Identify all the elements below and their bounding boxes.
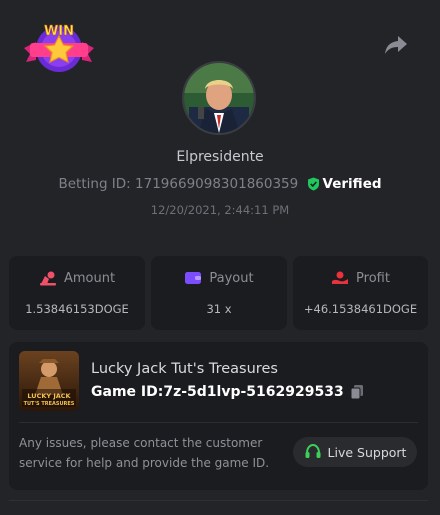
avatar	[182, 61, 256, 135]
betting-id-value: 1719669098301860359	[135, 176, 299, 192]
timestamp: 12/20/2021, 2:44:11 PM	[150, 203, 290, 217]
game-id-label: Game ID:	[91, 384, 164, 400]
win-badge-icon: WIN	[22, 16, 96, 76]
amount-label: Amount	[63, 270, 116, 286]
live-support-label: Live Support	[327, 444, 407, 460]
payout-value: 31 x	[206, 302, 232, 316]
betting-id-row: Betting ID: 1719669098301860359 Verified	[0, 176, 440, 192]
profit-label: Profit	[356, 270, 390, 286]
copy-icon[interactable]	[350, 384, 364, 400]
svg-text:TUT'S TREASURES: TUT'S TREASURES	[24, 401, 75, 407]
help-text: Any issues, please contact the customer …	[19, 436, 270, 470]
username: Elpresidente	[176, 149, 264, 165]
profit-card: Profit +46.1538461DOGE	[293, 256, 428, 330]
amount-card: Amount 1.53846153DOGE	[9, 256, 145, 330]
shield-check-icon	[307, 177, 320, 191]
game-id-value: 7z-5d1lvp-5162929533	[163, 384, 344, 400]
payout-label: Payout	[209, 270, 254, 286]
betting-id-label: Betting ID:	[58, 176, 131, 192]
divider	[19, 422, 418, 423]
verified-label: Verified	[322, 176, 382, 192]
amount-value: 1.53846153DOGE	[25, 302, 129, 316]
profit-value: +46.1538461DOGE	[303, 302, 418, 316]
payout-card: Payout 31 x	[151, 256, 287, 330]
game-id-row: Game ID:7z-5d1lvp-5162929533	[91, 384, 364, 400]
profit-icon	[331, 270, 349, 286]
game-thumbnail[interactable]: LUCKY JACK TUT'S TREASURES	[19, 351, 79, 411]
headset-icon	[304, 443, 322, 461]
amount-icon	[39, 270, 57, 286]
svg-text:WIN: WIN	[44, 24, 74, 39]
verified-badge: Verified	[307, 176, 382, 192]
svg-text:LUCKY JACK: LUCKY JACK	[27, 392, 71, 400]
bottom-divider	[9, 500, 428, 501]
live-support-button[interactable]: Live Support	[293, 437, 417, 467]
wallet-icon	[184, 270, 202, 286]
game-card: LUCKY JACK TUT'S TREASURES Lucky Jack Tu…	[9, 342, 428, 490]
share-icon[interactable]	[383, 34, 409, 56]
game-name: Lucky Jack Tut's Treasures	[91, 361, 278, 377]
